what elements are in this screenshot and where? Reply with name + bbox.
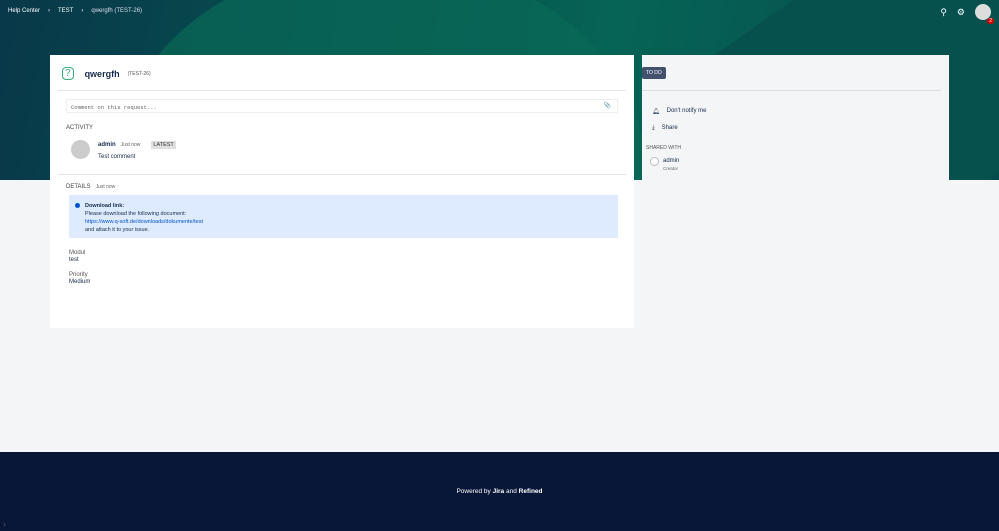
info-line1: Please download the following document: xyxy=(85,211,187,217)
comment-text: Test comment xyxy=(98,154,136,160)
chevron-right-icon: › xyxy=(48,8,51,14)
field-label: Priority xyxy=(69,272,88,278)
field-label: Modul xyxy=(69,250,86,256)
chevron-right-icon: › xyxy=(81,8,84,14)
breadcrumb-current: qwergfh (TEST-26) xyxy=(91,8,143,14)
details-heading: DETAILS xyxy=(66,184,91,190)
attachment-icon[interactable]: 📎 xyxy=(604,102,611,109)
avatar xyxy=(650,157,659,166)
footer-prefix: Powered by xyxy=(456,488,491,495)
share-icon: ⤓ xyxy=(652,125,655,131)
footer-and: and xyxy=(506,488,517,495)
status-button[interactable]: TO DO xyxy=(642,67,666,79)
gear-icon[interactable]: ⚙ xyxy=(957,7,965,18)
jira-link[interactable]: Jira xyxy=(493,488,505,495)
breadcrumb-help-center[interactable]: Help Center xyxy=(8,8,40,14)
download-link[interactable]: https://www.q-soft.de/downloads/dokument… xyxy=(85,219,203,225)
shared-with-heading: SHARED WITH xyxy=(646,145,681,151)
download-info-panel: Download link: Please download the follo… xyxy=(69,195,618,238)
details-time: Just now xyxy=(95,184,116,190)
user-avatar[interactable]: 2 xyxy=(975,4,994,24)
latest-badge: LATEST xyxy=(151,141,176,149)
request-panel: ? qwergfh (TEST-26) Comment on this requ… xyxy=(50,55,634,328)
share-button[interactable]: ⤓ Share xyxy=(652,125,678,132)
search-icon[interactable]: ⚲ xyxy=(940,7,947,18)
comment-time: Just now xyxy=(120,142,141,148)
request-title: qwergfh xyxy=(84,68,120,79)
comment-input[interactable]: Comment on this request... 📎 xyxy=(66,99,618,113)
avatar xyxy=(71,140,90,159)
info-icon xyxy=(75,203,80,208)
comment-placeholder: Comment on this request... xyxy=(71,104,157,111)
dont-notify-button[interactable]: 🔔︎ Don't notify me xyxy=(652,108,706,115)
shared-role: Creator xyxy=(663,166,679,171)
refined-link[interactable]: Refined xyxy=(519,488,543,495)
comment-author: admin xyxy=(98,142,116,148)
chevron-right-icon[interactable]: › xyxy=(3,519,6,529)
field-value: test xyxy=(69,257,79,263)
bell-icon: 🔔︎ xyxy=(652,109,660,115)
request-key: (TEST-26) xyxy=(127,70,151,77)
notification-badge: 2 xyxy=(987,18,994,24)
sidebar: TO DO 🔔︎ Don't notify me ⤓ Share SHARED WI… xyxy=(642,55,949,200)
notify-label: Don't notify me xyxy=(666,108,707,114)
shared-name: admin xyxy=(663,158,680,164)
share-label: Share xyxy=(661,125,678,131)
activity-heading: ACTIVITY xyxy=(66,125,94,131)
breadcrumb-test[interactable]: TEST xyxy=(58,8,73,14)
field-value: Medium xyxy=(69,279,91,285)
info-title: Download link: xyxy=(85,203,125,209)
breadcrumb: Help Center › TEST › qwergfh (TEST-26) xyxy=(8,8,142,14)
info-line2: and attach it to your issue. xyxy=(85,227,150,233)
request-type-icon: ? xyxy=(62,67,74,80)
footer: Powered by Jira and Refined › xyxy=(0,452,999,531)
